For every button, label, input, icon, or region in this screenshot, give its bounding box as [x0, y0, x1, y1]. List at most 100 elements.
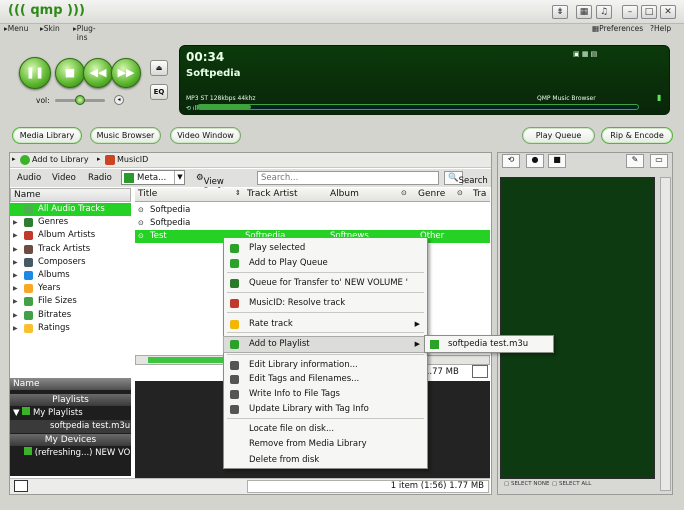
play-icon[interactable]: ⊙: [138, 217, 144, 230]
context-menu-item[interactable]: Edit Tags and Filenames...: [224, 372, 427, 387]
device-item[interactable]: (refreshing...) NEW VOLU: [10, 447, 131, 460]
musicid-button[interactable]: MusicID: [117, 155, 148, 164]
close-button[interactable]: ✕: [660, 5, 676, 19]
pause-button[interactable]: ❚❚: [19, 57, 51, 89]
table-row[interactable]: ⊙ Softpedia: [135, 204, 490, 217]
queue-tools-button[interactable]: ✎: [626, 154, 644, 168]
tab-video[interactable]: Video: [52, 173, 76, 183]
expand-icon[interactable]: ▶: [13, 322, 18, 335]
expand-icon[interactable]: ▶: [13, 282, 18, 295]
tab-radio[interactable]: Radio: [88, 173, 112, 183]
column-track[interactable]: Tra: [473, 189, 486, 199]
column-menu-icon[interactable]: ⊙: [457, 189, 463, 197]
context-menu-item[interactable]: Locate file on disk...: [224, 422, 427, 437]
expand-icon[interactable]: ▶: [13, 256, 18, 269]
tree-item[interactable]: ▶ Bitrates: [10, 309, 131, 322]
search-button[interactable]: 🔍 Search: [444, 171, 488, 186]
time-display[interactable]: 00:34: [186, 50, 224, 64]
queue-window-button[interactable]: ▭: [650, 154, 668, 168]
playlist-panel-header[interactable]: Name: [10, 378, 131, 390]
tree-item[interactable]: ▶ Ratings: [10, 322, 131, 335]
context-menu-item[interactable]: Add to Playlist ▶: [223, 336, 428, 353]
chevron-down-icon[interactable]: ▼: [174, 171, 185, 184]
context-menu-item[interactable]: Add to Play Queue: [224, 256, 427, 271]
menu-menu[interactable]: ▸ Menu: [4, 24, 28, 33]
mute-icon[interactable]: ◂: [114, 95, 124, 105]
tree-item[interactable]: ▶ Albums: [10, 269, 131, 282]
queue-scrollbar[interactable]: [660, 177, 671, 491]
volume-knob[interactable]: [75, 95, 85, 105]
eject-button[interactable]: ⏏: [150, 60, 168, 76]
add-to-library-button[interactable]: Add to Library: [32, 155, 89, 164]
menu-skin[interactable]: ▸ Skin: [40, 24, 60, 33]
column-menu-icon[interactable]: ⊙: [401, 189, 407, 197]
stop-button[interactable]: ■: [55, 58, 85, 88]
tab-music-browser[interactable]: Music Browser: [90, 127, 161, 144]
context-menu-item[interactable]: Play selected: [224, 241, 427, 256]
tab-media-library[interactable]: Media Library: [12, 127, 82, 144]
tab-audio[interactable]: Audio: [17, 173, 41, 183]
context-menu-item[interactable]: Edit Library information...: [224, 358, 427, 373]
tab-video-window[interactable]: Video Window: [170, 127, 241, 144]
device-icon[interactable]: [14, 480, 28, 492]
next-button[interactable]: ▶▶: [111, 58, 141, 88]
context-menu-item[interactable]: Write Info to File Tags: [224, 387, 427, 402]
expand-icon[interactable]: ▶: [13, 243, 18, 256]
queue-stop-button[interactable]: ■: [548, 154, 566, 168]
eq-button[interactable]: EQ: [150, 84, 168, 100]
display-icons[interactable]: ▣ ▦ ▤: [573, 50, 597, 58]
mini-mode-button[interactable]: ⇟: [552, 5, 568, 19]
play-icon[interactable]: ⊙: [138, 204, 144, 217]
column-genre[interactable]: Genre: [418, 189, 445, 199]
search-input[interactable]: [257, 171, 439, 185]
tree-header[interactable]: Name: [10, 188, 131, 202]
view-prefs-button[interactable]: ⚙ View Prefs: [196, 173, 225, 197]
select-all-button[interactable]: ▢ SELECT ALL: [552, 481, 591, 487]
menu-plugins[interactable]: ▸ Plug-ins: [73, 24, 96, 42]
music-button[interactable]: ♫: [596, 5, 612, 19]
play-icon[interactable]: ⊙: [138, 230, 144, 243]
column-title[interactable]: Title: [138, 189, 157, 199]
my-playlists-item[interactable]: ▼ My Playlists: [10, 407, 131, 420]
queue-record-button[interactable]: ●: [526, 154, 544, 168]
minimize-button[interactable]: –: [622, 5, 638, 19]
column-track-artist[interactable]: Track Artist: [247, 189, 298, 199]
context-menu-item[interactable]: Queue for Transfer to' NEW VOLUME ': [224, 276, 427, 291]
tree-item[interactable]: ▶ Composers: [10, 256, 131, 269]
tree-item[interactable]: ▶ Track Artists: [10, 243, 131, 256]
cell-title: Test: [150, 231, 167, 241]
previous-button[interactable]: ◀◀: [83, 58, 113, 88]
expand-icon[interactable]: ▶: [13, 216, 18, 229]
expand-icon[interactable]: ▶: [13, 309, 18, 322]
tree-item[interactable]: ▶ Genres: [10, 216, 131, 229]
queue-repeat-button[interactable]: ⟲: [502, 154, 520, 168]
play-queue-list[interactable]: [500, 177, 655, 479]
layout-button[interactable]: ▦: [576, 5, 592, 19]
maximize-button[interactable]: □: [641, 5, 657, 19]
playlist-item[interactable]: softpedia test.m3u: [10, 420, 131, 433]
tree-item[interactable]: ▶ Years: [10, 282, 131, 295]
expand-icon[interactable]: ▶: [13, 295, 18, 308]
context-menu-item[interactable]: Remove from Media Library: [224, 437, 427, 452]
tree-item[interactable]: ▶ Album Artists: [10, 229, 131, 242]
select-none-button[interactable]: ▢ SELECT NONE: [504, 481, 549, 487]
seek-bar[interactable]: [197, 104, 639, 110]
metadata-dropdown[interactable]: Meta... ▼: [121, 170, 185, 185]
sort-icon[interactable]: ⇕: [235, 189, 241, 197]
submenu-playlist-item[interactable]: softpedia test.m3u: [448, 339, 528, 349]
column-album[interactable]: Album: [330, 189, 359, 199]
tree-item[interactable]: All Audio Tracks: [10, 203, 131, 216]
context-menu-item[interactable]: Rate track ▶: [224, 317, 427, 332]
menu-preferences[interactable]: ▦ Preferences: [592, 24, 643, 33]
menu-help[interactable]: ? Help: [650, 24, 671, 33]
expand-icon[interactable]: ▶: [13, 269, 18, 282]
expand-icon[interactable]: ▶: [13, 229, 18, 242]
view-toggle-icon[interactable]: [472, 365, 488, 378]
tab-play-queue[interactable]: Play Queue: [522, 127, 595, 144]
tree-item[interactable]: ▶ File Sizes: [10, 295, 131, 308]
context-menu-item[interactable]: MusicID: Resolve track: [224, 296, 427, 311]
context-menu-item[interactable]: Update Library with Tag Info: [224, 402, 427, 417]
tab-rip-encode[interactable]: Rip & Encode: [601, 127, 673, 144]
table-row[interactable]: ⊙ Softpedia: [135, 217, 490, 230]
context-menu-item[interactable]: Delete from disk: [224, 453, 427, 468]
